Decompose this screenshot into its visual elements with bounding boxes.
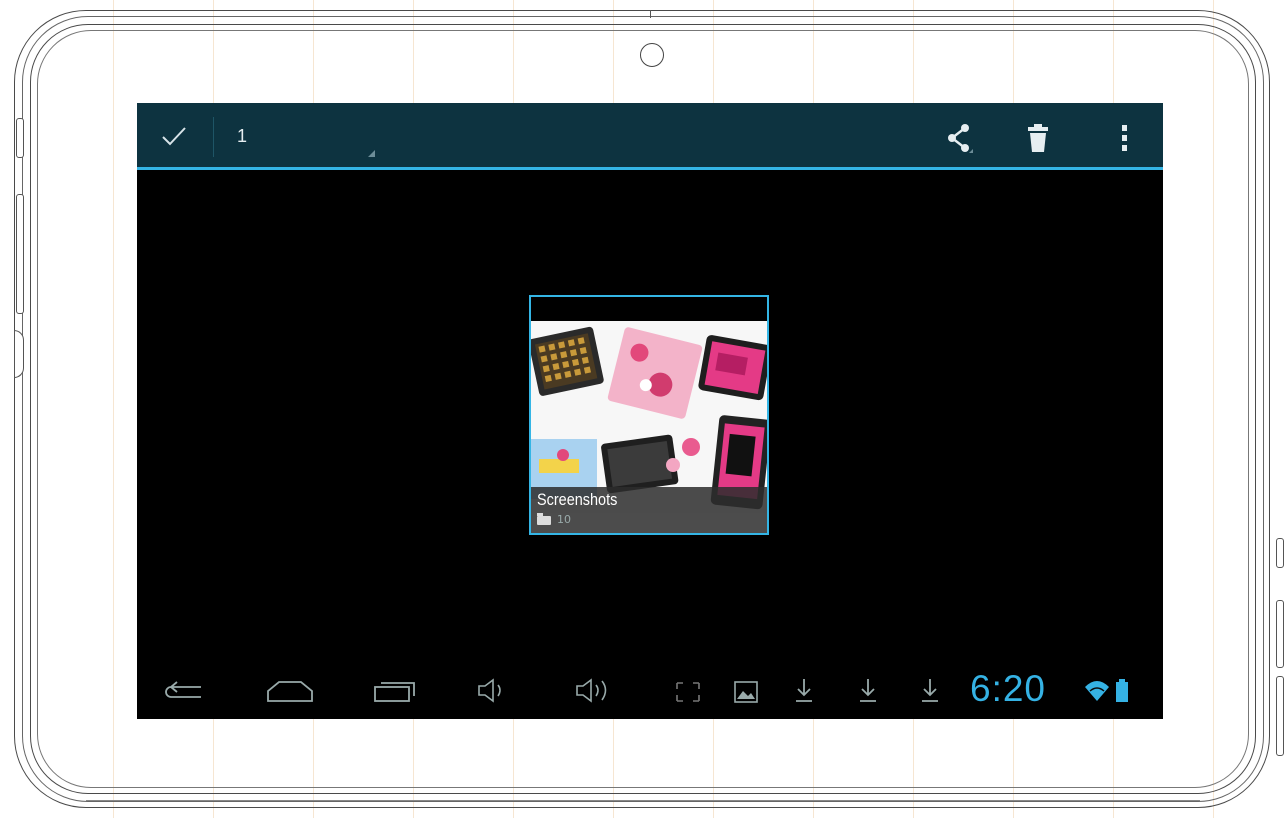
volume-down-icon [478,678,501,703]
overflow-menu-icon [1122,125,1127,151]
home-button[interactable] [263,671,317,709]
recent-apps-icon [374,682,415,702]
selection-dropdown-caret[interactable] [368,150,375,157]
share-button[interactable] [943,121,977,155]
battery-icon [1116,679,1128,702]
power-button[interactable] [16,118,24,158]
delete-button[interactable] [1021,121,1055,155]
volume-up-button[interactable] [571,671,617,709]
bottom-seam [86,800,1200,801]
battery-indicator [1113,671,1131,709]
tablet-screen: 1 Screenshots 10 6:20 [137,103,1163,719]
back-icon [165,681,201,698]
download-icon [922,679,938,702]
wifi-indicator [1083,671,1111,709]
album-tile-screenshots[interactable]: Screenshots 10 [529,295,769,535]
folder-icon [537,512,551,525]
action-bar-divider [213,117,214,157]
volume-up-icon [576,678,607,703]
trash-icon [1028,124,1048,152]
right-port-2 [1276,600,1284,668]
home-icon [267,681,313,702]
overflow-menu-button[interactable] [1109,121,1143,155]
download-notification-1[interactable] [789,671,819,709]
album-name: Screenshots [537,490,618,509]
system-bar: 6:20 [137,661,1163,719]
volume-rocker[interactable] [16,194,24,314]
album-thumbnail-collage [531,321,767,513]
check-icon [162,127,186,146]
right-port-3 [1276,676,1284,756]
download-notification-3[interactable] [915,671,945,709]
selection-action-bar: 1 [137,103,1163,170]
wifi-icon [1085,681,1109,701]
side-port-bump [14,330,24,378]
fullscreen-icon [676,682,700,702]
album-tile-top-strip [531,297,767,321]
download-icon [860,679,876,702]
front-camera [640,43,664,67]
image-icon [734,681,758,703]
download-icon [796,679,812,702]
selected-count[interactable]: 1 [237,125,247,147]
back-button[interactable] [163,671,207,709]
fullscreen-button[interactable] [671,671,705,709]
top-seam [650,10,651,18]
album-count-row: 10 [537,512,571,527]
done-button[interactable] [159,123,189,149]
volume-down-button[interactable] [473,671,513,709]
album-item-count: 10 [557,513,571,526]
right-port-1 [1276,538,1284,568]
download-notification-2[interactable] [853,671,883,709]
share-icon [948,124,973,153]
status-clock[interactable]: 6:20 [970,669,1046,709]
recent-apps-button[interactable] [369,671,419,709]
album-label-bar: Screenshots 10 [531,487,767,533]
screenshot-notification[interactable] [729,671,763,709]
